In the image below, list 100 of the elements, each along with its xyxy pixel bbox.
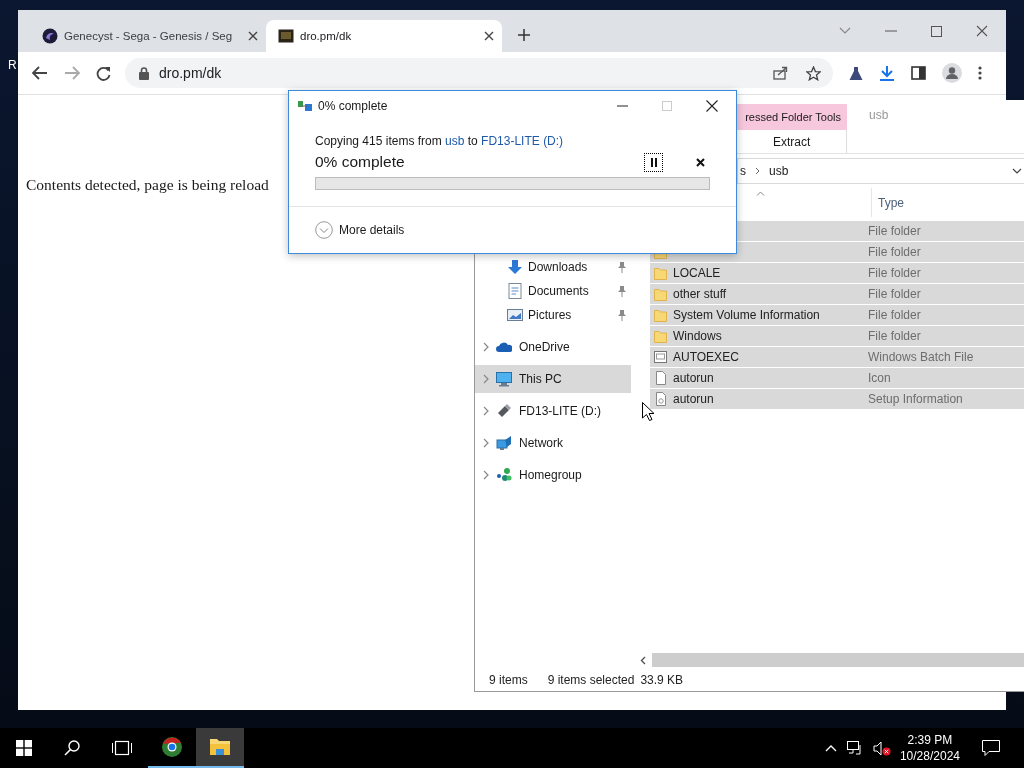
folder-icon [654,287,667,301]
task-view-icon[interactable] [112,740,132,756]
sort-caret-icon [756,191,765,196]
speaker-muted-icon[interactable] [872,740,891,756]
folder-icon [654,308,667,322]
file-name: System Volume Information [673,308,820,322]
address-bar[interactable]: s usb [737,158,1024,184]
folder-icon [209,736,231,758]
maximize-icon[interactable] [931,25,942,37]
nav-item[interactable]: This PC [475,365,631,393]
network-icon[interactable] [846,741,863,755]
lock-icon [139,66,149,80]
breadcrumb-separator-icon [755,167,760,175]
folder-link[interactable]: usb [445,134,465,148]
windows-logo-icon[interactable] [16,740,32,756]
homegroup-icon [496,467,512,483]
window-title: usb [869,108,889,122]
file-name: LOCALE [673,266,721,280]
mouse-pointer-icon [642,402,654,421]
file-type: File folder [868,266,921,280]
expand-chevron-icon[interactable] [483,470,489,480]
nav-item[interactable]: Pictures [475,303,631,327]
side-panel-icon[interactable] [911,66,926,80]
download-arrow-icon [507,259,523,275]
scroll-left-icon[interactable] [640,655,646,665]
nav-item[interactable]: Downloads [475,255,631,279]
file-name: AUTOEXEC [673,350,739,364]
batch-file-icon [654,350,667,364]
file-type: Windows Batch File [868,350,974,364]
share-icon[interactable] [773,66,788,80]
flask-icon[interactable] [849,65,863,81]
search-icon[interactable] [64,740,80,756]
desktop-icon-label[interactable]: R [8,58,17,72]
file-row[interactable]: AUTOEXEC Windows Batch File [650,347,1024,367]
file-row[interactable]: autorun Icon [650,368,1024,388]
pause-button[interactable] [644,152,663,172]
taskbar-app-button[interactable] [196,728,244,768]
nav-item[interactable]: Network [475,429,631,457]
column-header[interactable]: Type [871,188,904,217]
file-type: File folder [868,224,921,238]
browser-tab[interactable]: dro.pm/dk [266,20,502,52]
status-text: 33.9 KB [640,673,684,687]
expand-icon [315,221,333,239]
nav-item[interactable]: Documents [475,279,631,303]
address-bar[interactable]: dro.pm/dk [125,58,833,88]
folder-link[interactable]: FD13-LITE (D:) [481,134,564,148]
download-icon[interactable] [879,65,895,81]
notification-icon[interactable] [982,740,1000,756]
file-row[interactable]: LOCALE File folder [650,263,1024,283]
menu-icon[interactable] [978,66,982,80]
window-title: 0% complete [318,99,388,113]
dropdown-icon[interactable] [1012,168,1022,174]
expand-chevron-icon[interactable] [483,438,489,448]
expand-chevron-icon[interactable] [483,342,489,352]
file-row[interactable]: autorun Setup Information [650,389,1024,409]
browser-icon [161,736,183,758]
chevron-up-icon[interactable] [824,744,837,752]
clock[interactable]: 2:39 PM 10/28/2024 [899,732,960,764]
picture-icon [507,307,523,323]
copy-icon [298,101,312,111]
scrollbar-thumb[interactable] [652,653,1024,667]
close-tab-icon[interactable] [248,31,258,41]
nav-item[interactable]: FD13-LITE (D:) [475,397,631,425]
breadcrumb-item[interactable]: s [740,164,746,178]
nav-item[interactable]: Homegroup [475,461,631,489]
folder-icon [654,329,667,343]
back-icon[interactable] [32,66,48,80]
close-icon[interactable] [706,100,718,112]
file-row[interactable]: Windows File folder [650,326,1024,346]
tab-search-icon[interactable] [839,27,851,35]
file-name: autorun [673,392,714,406]
file-name: other stuff [673,287,727,301]
new-tab-icon[interactable] [518,29,530,41]
nav-item[interactable]: OneDrive [475,333,631,361]
expand-chevron-icon[interactable] [483,406,489,416]
file-type: Setup Information [868,392,963,406]
breadcrumb-item[interactable]: usb [769,164,789,178]
cancel-icon[interactable] [696,157,705,167]
progress-heading: 0% complete [315,153,405,171]
status-text: 9 items [489,673,528,687]
folder-icon [654,266,667,280]
setup-file-icon [654,392,667,406]
reload-icon[interactable] [96,65,111,81]
file-icon [654,371,667,385]
profile-icon[interactable] [942,63,962,83]
browser-tab[interactable]: Genecyst - Sega - Genesis / Seg [30,20,266,52]
network-icon [496,435,512,451]
file-type: Icon [868,371,891,385]
status-message: Contents detected, page is being reload [26,176,269,194]
close-tab-icon[interactable] [484,31,494,41]
usb-drive-icon [496,403,512,419]
file-type: File folder [868,308,921,322]
site-icon [278,28,294,44]
star-icon[interactable] [806,65,821,81]
site-icon [42,28,58,44]
file-row[interactable]: other stuff File folder [650,284,1024,304]
more-details-button[interactable]: More details [315,221,405,239]
file-row[interactable]: System Volume Information File folder [650,305,1024,325]
file-type: File folder [868,287,921,301]
pause-icon [650,157,657,167]
